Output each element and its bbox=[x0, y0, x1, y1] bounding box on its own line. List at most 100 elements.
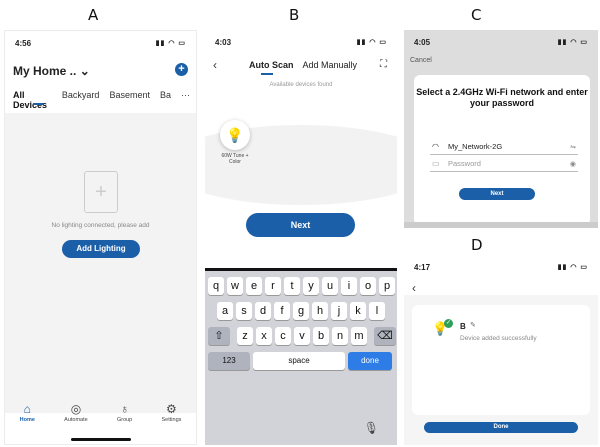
add-lighting-button[interactable]: Add Lighting bbox=[62, 240, 140, 258]
check-icon: ✓ bbox=[444, 319, 453, 328]
nav-settings[interactable]: ⚙ Settings bbox=[162, 402, 182, 432]
bottom-nav: ⌂ Home ◎ Automate ♁ Group ⚙ Settings bbox=[5, 402, 196, 432]
network-input[interactable]: My_Network-2G bbox=[448, 142, 570, 151]
tab-backyard[interactable]: Backyard bbox=[62, 90, 100, 110]
keyboard-row-2: a s d f g h j k l bbox=[217, 302, 385, 320]
key[interactable]: z bbox=[237, 327, 253, 345]
password-input[interactable]: Password bbox=[448, 159, 570, 168]
available-devices-text: Available devices found bbox=[269, 82, 333, 88]
key[interactable]: q bbox=[208, 277, 224, 295]
lock-icon: ▭ bbox=[432, 159, 440, 168]
key-space[interactable]: space bbox=[253, 352, 345, 370]
nav-group[interactable]: ♁ Group bbox=[117, 402, 132, 432]
scan-tabs: Auto Scan Add Manually bbox=[249, 60, 357, 70]
status-bar: 4:17 ▮▮ ◠ ▭ bbox=[404, 263, 598, 275]
key[interactable]: f bbox=[274, 302, 290, 320]
key[interactable]: d bbox=[255, 302, 271, 320]
tab-ba[interactable]: Ba bbox=[160, 90, 171, 110]
gear-icon: ⚙ bbox=[166, 402, 177, 416]
wifi-icon: ◠ bbox=[432, 142, 439, 151]
more-icon[interactable]: ··· bbox=[181, 90, 190, 110]
screen-home: 4:56 ▮▮ ◠ ▭ My Home .. ⌄ + All Devices B… bbox=[4, 30, 197, 445]
key[interactable]: n bbox=[332, 327, 348, 345]
nav-home[interactable]: ⌂ Home bbox=[20, 402, 35, 432]
microphone-icon[interactable]: 🎙 bbox=[364, 421, 379, 435]
bulb-icon[interactable]: 💡 bbox=[220, 120, 250, 150]
cancel-button[interactable]: Cancel bbox=[410, 57, 432, 64]
status-bar: 4:05 ▮▮ ◠ ▭ bbox=[404, 38, 598, 50]
key[interactable]: b bbox=[313, 327, 329, 345]
password-underline bbox=[430, 171, 578, 172]
nav-settings-label: Settings bbox=[161, 417, 182, 423]
tab-indicator bbox=[261, 73, 273, 75]
success-card: 💡 ✓ B ✎ Device added successfully bbox=[412, 305, 590, 415]
status-time: 4:05 bbox=[414, 38, 431, 47]
key[interactable]: u bbox=[322, 277, 338, 295]
group-icon: ♁ bbox=[120, 402, 130, 416]
password-row[interactable]: ▭ Password ◉ bbox=[432, 159, 576, 168]
status-time: 4:03 bbox=[215, 38, 232, 47]
status-bar: 4:56 ▮▮ ◠ ▭ bbox=[5, 39, 196, 51]
key[interactable]: m bbox=[351, 327, 367, 345]
signal-wifi-battery-icon: ▮▮ ◠ ▭ bbox=[155, 40, 186, 47]
signal-wifi-battery-icon: ▮▮ ◠ ▭ bbox=[557, 39, 588, 46]
success-message: Device added successfully bbox=[460, 335, 537, 342]
empty-file-icon: + bbox=[84, 171, 118, 213]
tab-add-manually[interactable]: Add Manually bbox=[303, 60, 358, 70]
key[interactable]: s bbox=[236, 302, 252, 320]
backspace-key-icon[interactable]: ⌫ bbox=[374, 327, 396, 345]
network-underline bbox=[430, 154, 578, 155]
screen-scan: 4:03 ▮▮ ◠ ▭ ‹ Auto Scan Add Manually ⛶ A… bbox=[205, 30, 397, 445]
nav-automate-label: Automate bbox=[64, 417, 88, 423]
home-icon: ⌂ bbox=[23, 402, 31, 416]
content-area bbox=[5, 113, 196, 413]
key[interactable]: l bbox=[369, 302, 385, 320]
label-c: C bbox=[471, 6, 482, 24]
key[interactable]: o bbox=[360, 277, 376, 295]
add-icon[interactable]: + bbox=[175, 63, 188, 76]
key[interactable]: h bbox=[312, 302, 328, 320]
tab-auto-scan[interactable]: Auto Scan bbox=[249, 60, 294, 70]
eye-icon[interactable]: ◉ bbox=[570, 160, 576, 168]
nav-home-label: Home bbox=[19, 417, 35, 423]
tab-all-devices[interactable]: All Devices bbox=[13, 90, 52, 110]
key[interactable]: x bbox=[256, 327, 272, 345]
next-button[interactable]: Next bbox=[246, 213, 355, 237]
key[interactable]: w bbox=[227, 277, 243, 295]
screen-wifi: 4:05 ▮▮ ◠ ▭ Cancel Select a 2.4GHz Wi-Fi… bbox=[404, 30, 598, 228]
automate-icon: ◎ bbox=[70, 402, 82, 416]
next-button[interactable]: Next bbox=[459, 188, 535, 200]
back-icon[interactable]: ‹ bbox=[213, 58, 217, 72]
screen-success: 4:17 ▮▮ ◠ ▭ ‹ 💡 ✓ B ✎ Device added succe… bbox=[404, 255, 598, 445]
key[interactable]: a bbox=[217, 302, 233, 320]
swap-icon[interactable]: ⇋ bbox=[570, 143, 576, 151]
back-icon[interactable]: ‹ bbox=[412, 281, 416, 295]
key-done[interactable]: done bbox=[348, 352, 392, 370]
keyboard-row-3: ⇧ z x c v b n m ⌫ bbox=[208, 327, 396, 345]
keyboard-row-1: q w e r t y u i o p bbox=[208, 277, 395, 295]
edit-icon[interactable]: ✎ bbox=[470, 321, 476, 329]
page-strip bbox=[404, 222, 598, 228]
key[interactable]: y bbox=[303, 277, 319, 295]
key[interactable]: i bbox=[341, 277, 357, 295]
key[interactable]: r bbox=[265, 277, 281, 295]
network-row[interactable]: ◠ My_Network-2G ⇋ bbox=[432, 142, 576, 151]
tab-basement[interactable]: Basement bbox=[109, 90, 150, 110]
nav-automate[interactable]: ◎ Automate bbox=[64, 402, 88, 432]
key[interactable]: c bbox=[275, 327, 291, 345]
key[interactable]: j bbox=[331, 302, 347, 320]
key[interactable]: k bbox=[350, 302, 366, 320]
key[interactable]: g bbox=[293, 302, 309, 320]
home-selector[interactable]: My Home .. ⌄ bbox=[13, 64, 90, 78]
key[interactable]: p bbox=[379, 277, 395, 295]
label-d: D bbox=[471, 236, 483, 254]
key-123[interactable]: 123 bbox=[208, 352, 250, 370]
key[interactable]: e bbox=[246, 277, 262, 295]
qr-scan-icon[interactable]: ⛶ bbox=[380, 59, 387, 70]
key[interactable]: v bbox=[294, 327, 310, 345]
key[interactable]: t bbox=[284, 277, 300, 295]
shift-key-icon[interactable]: ⇧ bbox=[208, 327, 230, 345]
status-time: 4:56 bbox=[15, 39, 32, 48]
done-button[interactable]: Done bbox=[424, 422, 578, 433]
label-b: B bbox=[289, 6, 300, 24]
